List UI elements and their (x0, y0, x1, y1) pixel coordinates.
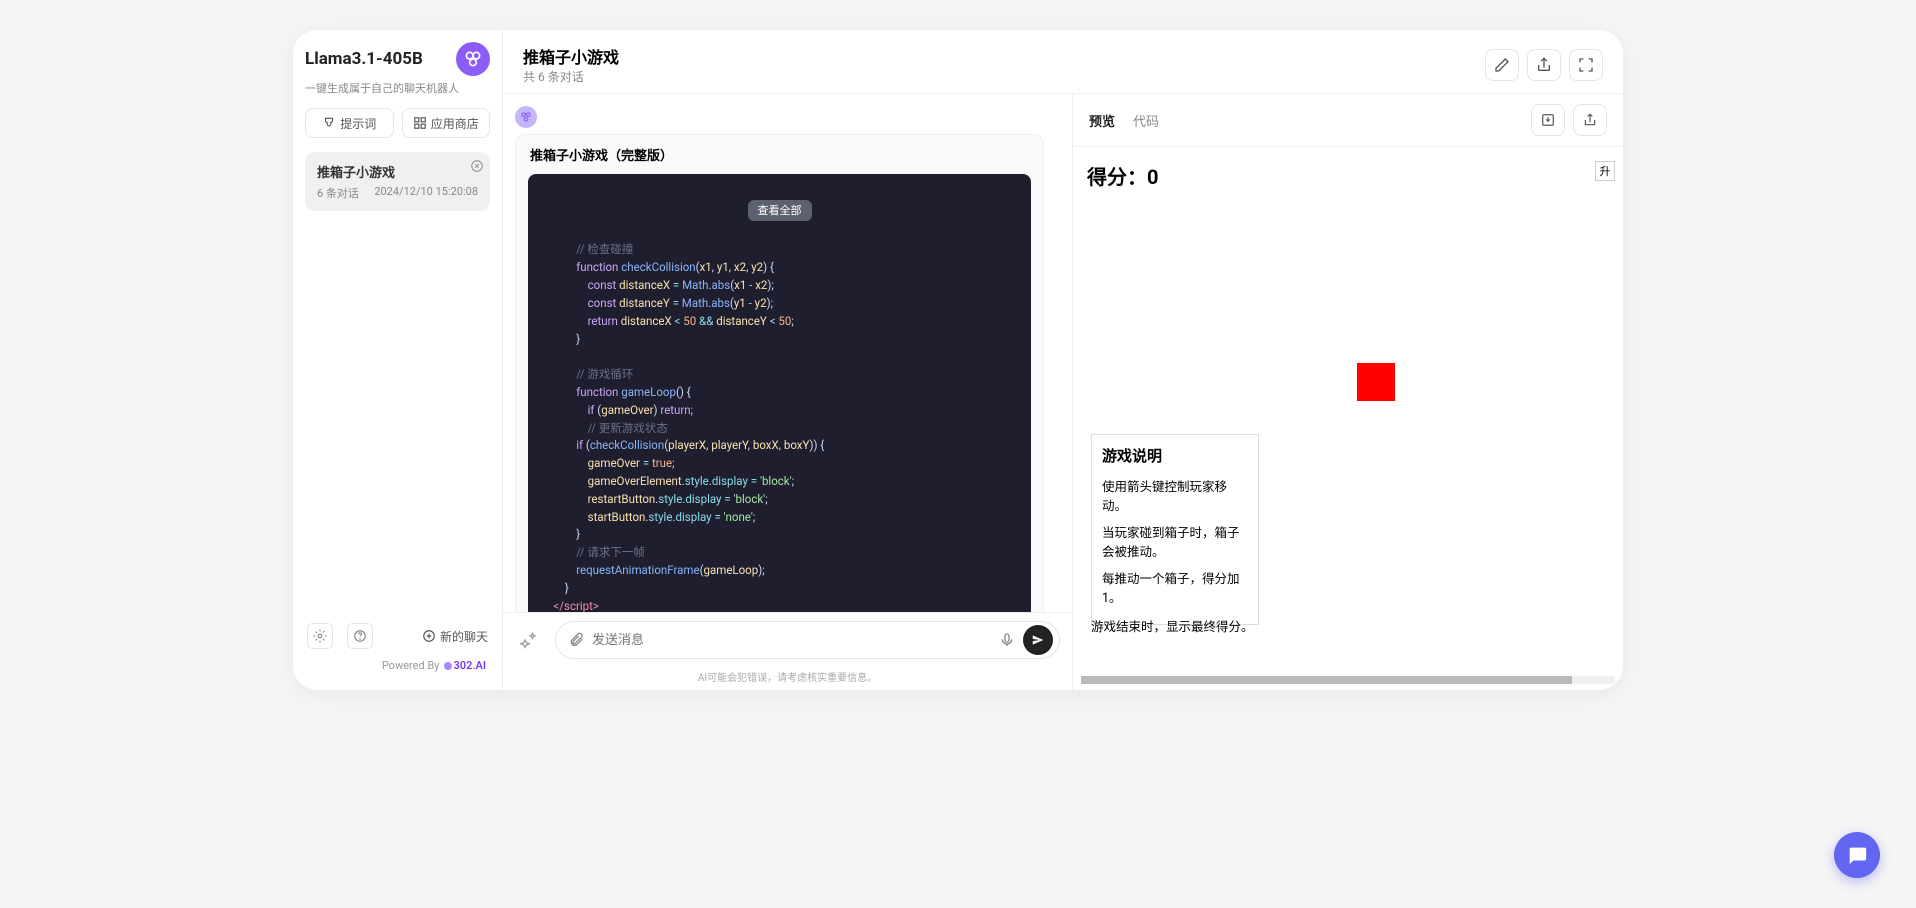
preview-pane: 预览 代码 得分：0 升 游戏说明 (1073, 94, 1623, 690)
code-block[interactable]: 查看全部 预览 // 检查碰撞 function checkCollision(… (528, 174, 1031, 612)
share-icon (1536, 57, 1552, 73)
powered-label: Powered By (382, 659, 440, 672)
preview-content[interactable]: 得分：0 升 游戏说明 使用箭头键控制玩家移动。 当玩家碰到箱子时，箱子会被推动… (1073, 147, 1623, 676)
tab-preview[interactable]: 预览 (1089, 111, 1115, 130)
sidebar-header: Llama3.1-405B (305, 42, 490, 76)
expand-icon (1578, 57, 1594, 73)
conversation-meta: 6 条对话 2024/12/10 15:20:08 (317, 185, 478, 201)
share-preview-button[interactable] (1573, 104, 1607, 136)
model-subtitle: 一键生成属于自己的聊天机器人 (305, 80, 490, 96)
model-name: Llama3.1-405B (305, 49, 423, 69)
sidebar: Llama3.1-405B 一键生成属于自己的聊天机器人 提示词 应用商店 推箱… (293, 30, 503, 690)
conversation-title: 推箱子小游戏 (317, 162, 478, 181)
chat-pane: 推箱子小游戏（完整版） 查看全部 预览 // 检查碰撞 function che… (503, 94, 1073, 690)
footer-row: 新的聊天 (305, 619, 490, 653)
gear-icon (313, 629, 327, 643)
powered-by: Powered By 302.AI (305, 653, 490, 678)
grid-icon (413, 116, 427, 130)
main: 推箱子小游戏 共 6 条对话 推箱子小游戏（完整版） (503, 30, 1623, 690)
attachment-icon[interactable] (568, 632, 584, 648)
tab-code[interactable]: 代码 (1133, 111, 1159, 130)
compose-input-wrap (555, 621, 1060, 659)
score-value: 0 (1147, 165, 1158, 189)
instructions-title: 游戏说明 (1102, 445, 1248, 466)
mini-button[interactable]: 升 (1595, 161, 1615, 181)
header-actions (1485, 49, 1603, 81)
assistant-avatar (515, 106, 537, 128)
mic-icon[interactable] (999, 632, 1015, 648)
share-icon (1583, 113, 1597, 127)
sidebar-tabs: 提示词 应用商店 (305, 108, 490, 138)
code-card-title: 推箱子小游戏（完整版） (516, 135, 1043, 174)
page-title: 推箱子小游戏 (523, 44, 1485, 68)
edit-button[interactable] (1485, 49, 1519, 81)
help-button[interactable] (347, 623, 373, 649)
chat-scroll[interactable]: 推箱子小游戏（完整版） 查看全部 预览 // 检查碰撞 function che… (503, 94, 1072, 612)
page-subtitle: 共 6 条对话 (523, 68, 1485, 85)
instructions-card: 游戏说明 使用箭头键控制玩家移动。 当玩家碰到箱子时，箱子会被推动。 每推动一个… (1091, 434, 1259, 625)
new-chat-button[interactable]: 新的聊天 (422, 628, 488, 645)
disclaimer: AI可能会犯错误，请考虑核实重要信息。 (503, 667, 1072, 690)
preview-header: 预览 代码 (1073, 94, 1623, 147)
compose-bar (503, 612, 1072, 667)
brand-badge[interactable]: 302.AI (444, 659, 486, 672)
app-window: Llama3.1-405B 一键生成属于自己的聊天机器人 提示词 应用商店 推箱… (293, 30, 1623, 690)
mask-icon (322, 116, 336, 130)
download-icon (1541, 113, 1555, 127)
tab-prompt[interactable]: 提示词 (305, 108, 394, 138)
close-icon[interactable] (470, 158, 484, 172)
view-all-button[interactable]: 查看全部 (748, 200, 812, 221)
brand-label: 302.AI (454, 659, 486, 672)
horizontal-scrollbar[interactable] (1081, 676, 1615, 684)
instruction-tail: 游戏结束时，显示最终得分。 (1091, 616, 1259, 635)
game-canvas[interactable]: 游戏说明 使用箭头键控制玩家移动。 当玩家碰到箱子时，箱子会被推动。 每推动一个… (1087, 198, 1609, 662)
instruction-line: 使用箭头键控制玩家移动。 (1102, 476, 1248, 514)
instruction-line: 每推动一个箱子，得分加1。 (1102, 568, 1248, 606)
score-display: 得分：0 (1087, 161, 1609, 190)
scrollbar-thumb[interactable] (1081, 676, 1572, 684)
conversation-time: 2024/12/10 15:20:08 (374, 185, 478, 201)
dot-icon (444, 662, 452, 670)
model-icon (456, 42, 490, 76)
send-button[interactable] (1023, 625, 1053, 655)
conversation-count: 6 条对话 (317, 185, 359, 201)
score-label-text: 得分： (1087, 165, 1147, 189)
sparkle-icon (520, 630, 540, 650)
download-button[interactable] (1531, 104, 1565, 136)
pencil-icon (1494, 57, 1510, 73)
new-chat-label: 新的聊天 (440, 628, 488, 645)
player-box (1357, 363, 1395, 401)
instruction-line: 游戏结束时，显示最终得分。 (1091, 616, 1259, 635)
chat-icon (1846, 844, 1868, 866)
main-body: 推箱子小游戏（完整版） 查看全部 预览 // 检查碰撞 function che… (503, 94, 1623, 690)
tab-store-label: 应用商店 (431, 115, 479, 132)
tab-prompt-label: 提示词 (340, 115, 376, 132)
message-input[interactable] (592, 633, 991, 648)
expand-button[interactable] (1569, 49, 1603, 81)
code-card: 推箱子小游戏（完整版） 查看全部 预览 // 检查碰撞 function che… (515, 134, 1044, 612)
plus-circle-icon (422, 629, 436, 643)
send-icon (1031, 633, 1045, 647)
share-button[interactable] (1527, 49, 1561, 81)
instruction-line: 当玩家碰到箱子时，箱子会被推动。 (1102, 522, 1248, 560)
conversation-item[interactable]: 推箱子小游戏 6 条对话 2024/12/10 15:20:08 (305, 152, 490, 211)
tab-store[interactable]: 应用商店 (402, 108, 491, 138)
main-header: 推箱子小游戏 共 6 条对话 (503, 30, 1623, 94)
chat-bubble-button[interactable] (1834, 832, 1880, 878)
magic-button[interactable] (515, 625, 545, 655)
sidebar-footer: 新的聊天 Powered By 302.AI (305, 619, 490, 678)
settings-button[interactable] (307, 623, 333, 649)
help-icon (353, 629, 367, 643)
